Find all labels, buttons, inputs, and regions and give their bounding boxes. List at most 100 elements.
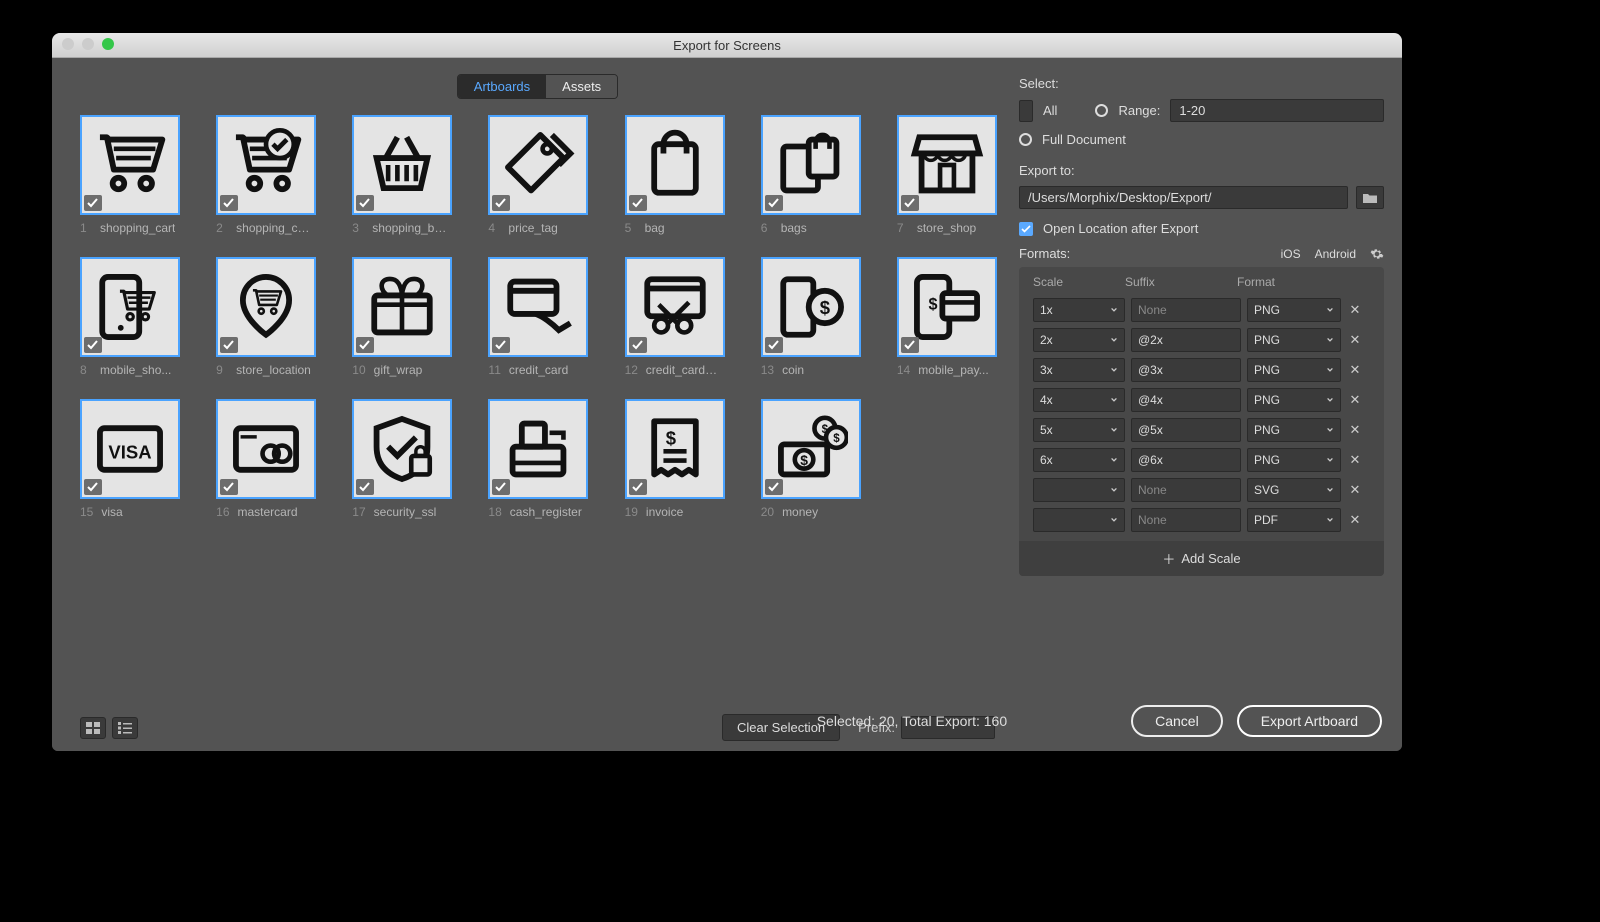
artboard-item[interactable]: 19invoice: [625, 399, 721, 519]
artboard-thumbnail[interactable]: [761, 399, 861, 499]
artboard-thumbnail[interactable]: [897, 115, 997, 215]
remove-format-icon[interactable]: ✕: [1347, 392, 1363, 408]
artboard-item[interactable]: 18cash_register: [488, 399, 584, 519]
remove-format-icon[interactable]: ✕: [1347, 332, 1363, 348]
remove-format-icon[interactable]: ✕: [1347, 512, 1363, 528]
scale-select[interactable]: 3x: [1033, 358, 1125, 382]
register-icon: [501, 412, 575, 486]
artboard-selected-check-icon: [356, 195, 374, 211]
artboard-item[interactable]: 13coin: [761, 257, 857, 377]
artboard-thumbnail[interactable]: [761, 257, 861, 357]
format-select[interactable]: PNG: [1247, 388, 1341, 412]
artboard-thumbnail[interactable]: [80, 115, 180, 215]
view-list-button[interactable]: [112, 717, 138, 739]
format-select[interactable]: SVG: [1247, 478, 1341, 502]
artboard-item[interactable]: 17security_ssl: [352, 399, 448, 519]
artboard-thumbnail[interactable]: [216, 399, 316, 499]
artboard-thumbnail[interactable]: [488, 115, 588, 215]
artboard-number: 11: [488, 363, 500, 377]
minimize-window-icon[interactable]: [82, 38, 94, 50]
scale-select[interactable]: 2x: [1033, 328, 1125, 352]
artboard-item[interactable]: 15visa: [80, 399, 176, 519]
tab-assets[interactable]: Assets: [546, 75, 617, 98]
suffix-input[interactable]: @2x: [1131, 328, 1241, 352]
artboard-selected-check-icon: [356, 337, 374, 353]
artboard-thumbnail[interactable]: [625, 115, 725, 215]
artboard-item[interactable]: 8mobile_sho...: [80, 257, 176, 377]
artboard-thumbnail[interactable]: [352, 115, 452, 215]
range-input[interactable]: [1170, 99, 1384, 122]
open-location-label: Open Location after Export: [1043, 221, 1198, 236]
zoom-window-icon[interactable]: [102, 38, 114, 50]
export-path-input[interactable]: [1019, 186, 1348, 209]
remove-format-icon[interactable]: ✕: [1347, 362, 1363, 378]
artboard-thumbnail[interactable]: [352, 257, 452, 357]
format-select[interactable]: PNG: [1247, 298, 1341, 322]
remove-format-icon[interactable]: ✕: [1347, 482, 1363, 498]
format-select[interactable]: PNG: [1247, 328, 1341, 352]
format-select[interactable]: PNG: [1247, 418, 1341, 442]
suffix-input[interactable]: @5x: [1131, 418, 1241, 442]
format-select[interactable]: PNG: [1247, 448, 1341, 472]
scale-select[interactable]: 5x: [1033, 418, 1125, 442]
radio-all[interactable]: [1019, 100, 1033, 122]
formats-ios-link[interactable]: iOS: [1281, 247, 1301, 261]
suffix-input[interactable]: None: [1131, 298, 1241, 322]
artboard-thumbnail[interactable]: [761, 115, 861, 215]
artboard-item[interactable]: 4price_tag: [488, 115, 584, 235]
open-location-checkbox[interactable]: [1019, 222, 1033, 236]
artboard-item[interactable]: 16mastercard: [216, 399, 312, 519]
artboard-thumbnail[interactable]: [488, 399, 588, 499]
artboard-item[interactable]: 7store_shop: [897, 115, 993, 235]
artboard-item[interactable]: 5bag: [625, 115, 721, 235]
artboard-item[interactable]: 10gift_wrap: [352, 257, 448, 377]
artboard-thumbnail[interactable]: [216, 257, 316, 357]
artboard-thumbnail[interactable]: [80, 257, 180, 357]
suffix-input[interactable]: @3x: [1131, 358, 1241, 382]
artboard-thumbnail[interactable]: [80, 399, 180, 499]
artboard-item[interactable]: 14mobile_pay...: [897, 257, 993, 377]
bags-icon: [774, 128, 848, 202]
artboard-thumbnail[interactable]: [352, 399, 452, 499]
suffix-input[interactable]: None: [1131, 478, 1241, 502]
choose-folder-button[interactable]: [1356, 186, 1384, 209]
scale-select[interactable]: 6x: [1033, 448, 1125, 472]
add-scale-button[interactable]: ＋ Add Scale: [1019, 541, 1384, 576]
remove-format-icon[interactable]: ✕: [1347, 452, 1363, 468]
artboard-item[interactable]: 3shopping_ba...: [352, 115, 448, 235]
remove-format-icon[interactable]: ✕: [1347, 302, 1363, 318]
suffix-input[interactable]: None: [1131, 508, 1241, 532]
radio-range[interactable]: [1095, 104, 1108, 117]
artboard-item[interactable]: 2shopping_ca...: [216, 115, 312, 235]
scale-select[interactable]: [1033, 508, 1125, 532]
tab-artboards[interactable]: Artboards: [458, 75, 546, 98]
format-select[interactable]: PDF: [1247, 508, 1341, 532]
format-select[interactable]: PNG: [1247, 358, 1341, 382]
export-artboard-button[interactable]: Export Artboard: [1237, 705, 1382, 737]
view-grid-button[interactable]: [80, 717, 106, 739]
cancel-button[interactable]: Cancel: [1131, 705, 1223, 737]
artboard-item[interactable]: 20money: [761, 399, 857, 519]
scale-select[interactable]: [1033, 478, 1125, 502]
scale-select[interactable]: 4x: [1033, 388, 1125, 412]
formats-android-link[interactable]: Android: [1315, 247, 1356, 261]
artboard-item[interactable]: 6bags: [761, 115, 857, 235]
remove-format-icon[interactable]: ✕: [1347, 422, 1363, 438]
artboard-item[interactable]: 1shopping_cart: [80, 115, 176, 235]
select-label: Select:: [1019, 76, 1384, 91]
artboard-thumbnail[interactable]: [897, 257, 997, 357]
radio-full-document[interactable]: [1019, 133, 1032, 146]
artboard-thumbnail[interactable]: [216, 115, 316, 215]
close-window-icon[interactable]: [62, 38, 74, 50]
artboard-name: shopping_cart: [100, 221, 175, 235]
suffix-input[interactable]: @4x: [1131, 388, 1241, 412]
artboard-item[interactable]: 9store_location: [216, 257, 312, 377]
artboard-thumbnail[interactable]: [488, 257, 588, 357]
artboard-item[interactable]: 11credit_card: [488, 257, 584, 377]
formats-settings-icon[interactable]: [1370, 247, 1384, 261]
artboard-item[interactable]: 12credit_card_...: [625, 257, 721, 377]
suffix-input[interactable]: @6x: [1131, 448, 1241, 472]
scale-select[interactable]: 1x: [1033, 298, 1125, 322]
artboard-thumbnail[interactable]: [625, 399, 725, 499]
artboard-thumbnail[interactable]: [625, 257, 725, 357]
